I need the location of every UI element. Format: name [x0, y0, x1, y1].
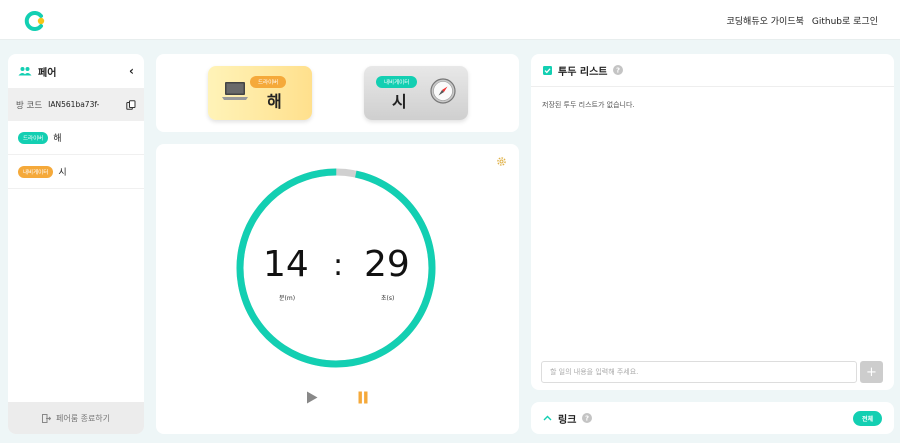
todo-panel: 투두 리스트 ? 저장된 투두 리스트가 없습니다. +: [531, 54, 894, 390]
sidebar-title: 페어: [38, 67, 57, 79]
navigator-name: 시: [392, 92, 407, 111]
room-code-value: IAN561ba73f-: [48, 100, 100, 109]
room-code-row: 방 코드 IAN561ba73f-: [8, 88, 144, 121]
all-links-button[interactable]: 전체: [852, 410, 882, 426]
driver-card: 드라이버 해: [208, 66, 312, 120]
role-cards-panel: 드라이버 해 내비게이터 시: [156, 54, 519, 132]
play-icon[interactable]: [306, 391, 318, 404]
member-name: 해: [53, 134, 62, 144]
timer-seconds: 29: [364, 244, 410, 285]
todo-empty-text: 저장된 투두 리스트가 없습니다.: [542, 101, 635, 109]
exit-icon: [41, 413, 51, 423]
navigator-role-pill: 내비게이터: [376, 76, 418, 88]
member-name: 시: [58, 168, 67, 178]
guidebook-link[interactable]: 코딩해듀오 가이드북: [727, 14, 804, 27]
pause-icon[interactable]: [357, 391, 369, 404]
end-pair-room-label: 페어룸 종료하기: [55, 413, 111, 423]
sidebar-header: 페어 ‹: [8, 54, 144, 88]
help-icon[interactable]: ?: [582, 413, 593, 423]
timer-minutes: 14: [263, 244, 309, 285]
checkbox-icon: [543, 65, 552, 75]
app-logo-icon[interactable]: [24, 10, 46, 32]
add-todo-button[interactable]: +: [860, 361, 883, 383]
chevron-up-icon[interactable]: [543, 415, 552, 421]
links-header: 링크 ? 전체: [531, 402, 894, 434]
gear-icon[interactable]: [496, 156, 507, 167]
seconds-unit: 초(s): [381, 295, 395, 302]
header-nav: 코딩해듀오 가이드북 Github로 로그인: [727, 14, 879, 27]
svg-text:?: ?: [616, 67, 620, 75]
github-login-link[interactable]: Github로 로그인: [812, 14, 878, 27]
top-header: 코딩해듀오 가이드북 Github로 로그인: [0, 0, 900, 40]
todo-header: 투두 리스트 ?: [531, 54, 894, 87]
svg-text:?: ?: [585, 415, 589, 423]
todo-title: 투두 리스트: [558, 66, 608, 78]
role-badge: 내비게이터: [18, 165, 54, 178]
laptop-icon: [222, 82, 248, 100]
role-badge: 드라이버: [18, 131, 49, 144]
todo-input[interactable]: [541, 361, 857, 383]
compass-icon: [430, 78, 456, 104]
member-driver: 드라이버 해: [8, 121, 144, 155]
people-icon: [18, 67, 32, 76]
copy-icon[interactable]: [126, 99, 136, 110]
collapse-sidebar-icon[interactable]: ‹: [129, 64, 134, 78]
navigator-card: 내비게이터 시: [364, 66, 468, 120]
driver-role-pill: 드라이버: [250, 76, 287, 88]
minutes-unit: 분(m): [279, 295, 296, 302]
help-icon[interactable]: ?: [613, 65, 624, 75]
pair-sidebar: 페어 ‹ 방 코드 IAN561ba73f- 드라이버 해 내비게이터 시 페어…: [8, 54, 144, 434]
timer-colon: :: [333, 248, 344, 283]
links-title: 링크: [558, 414, 577, 426]
driver-name: 해: [267, 92, 282, 111]
timer-panel: 14 : 29 분(m) 초(s): [156, 144, 519, 434]
member-navigator: 내비게이터 시: [8, 155, 144, 189]
room-code-label: 방 코드: [16, 100, 43, 111]
links-panel: 링크 ? 전체: [531, 402, 894, 434]
end-pair-room-button[interactable]: 페어룸 종료하기: [8, 402, 144, 434]
